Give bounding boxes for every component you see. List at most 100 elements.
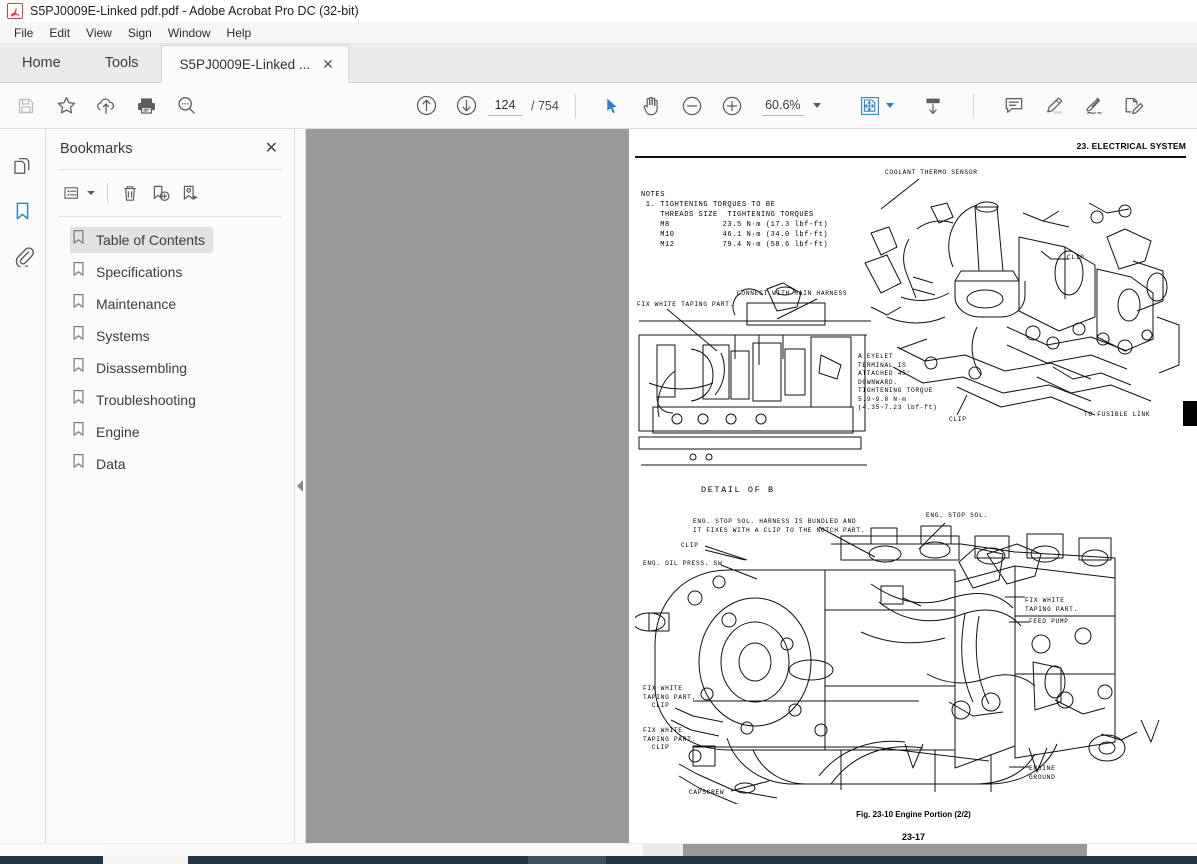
new-bookmark-icon[interactable] (145, 178, 175, 208)
bookmark-item-troubleshooting[interactable]: Troubleshooting (46, 384, 294, 416)
notes-block: NOTES 1. TIGHTENING TORQUES TO BE THREAD… (641, 191, 829, 249)
bookmark-label: Table of Contents (96, 231, 205, 248)
bookmarks-list: Table of Contents Specifications Mainten… (46, 217, 294, 480)
bookmark-item-data[interactable]: Data (46, 448, 294, 480)
panel-splitter[interactable] (295, 129, 306, 843)
scrollbar-left-pad (0, 844, 103, 856)
chevron-down-icon[interactable] (86, 191, 95, 195)
close-icon[interactable]: ✕ (261, 139, 282, 159)
tab-home[interactable]: Home (0, 44, 83, 82)
zoom-out-icon[interactable] (672, 85, 712, 127)
tab-tools-label: Tools (104, 55, 139, 71)
leader-line (720, 564, 758, 580)
bookmark-label: Troubleshooting (96, 391, 196, 408)
bookmark-label: Disassembling (96, 359, 188, 376)
chevron-down-icon[interactable] (886, 103, 895, 108)
bookmarks-icon[interactable] (0, 188, 45, 233)
label-detail-of-b: DETAIL OF B (701, 485, 775, 495)
page-edge-marker (1183, 401, 1197, 426)
scrollbar-thumb[interactable] (103, 844, 643, 856)
leader-line (730, 780, 770, 792)
navigation-rail (0, 129, 46, 843)
edit-pdf-icon[interactable] (1114, 85, 1154, 127)
delete-bookmark-icon[interactable] (115, 178, 145, 208)
toolbar-separator-2 (972, 93, 974, 118)
bookmark-item-table-of-contents[interactable]: Table of Contents (46, 224, 294, 256)
label-eng-stop-sol: ENG. STOP SOL. (926, 512, 988, 519)
label-clip-mid: CLIP (949, 416, 967, 423)
bookmarks-toolbar (46, 170, 294, 216)
previous-page-icon[interactable] (406, 85, 446, 127)
bookmark-item-disassembling[interactable]: Disassembling (46, 352, 294, 384)
bookmark-item-specifications[interactable]: Specifications (46, 256, 294, 288)
page-display-icon[interactable] (913, 85, 953, 127)
comment-icon[interactable] (994, 85, 1034, 127)
fit-page-icon[interactable] (857, 85, 897, 127)
chevron-down-icon[interactable] (812, 103, 821, 108)
label-capscrew: CAPSCREW (689, 789, 725, 796)
header-rule (635, 156, 1186, 158)
bookmark-label: Systems (96, 327, 150, 344)
menu-view[interactable]: View (78, 24, 120, 42)
star-icon[interactable] (46, 85, 86, 127)
save-icon[interactable] (6, 85, 46, 127)
leader-line (693, 746, 990, 762)
zoom-in-icon[interactable] (712, 85, 752, 127)
sign-icon[interactable] (1074, 85, 1114, 127)
bookmark-icon (72, 293, 85, 314)
collapse-panel-icon[interactable] (297, 480, 303, 492)
menu-window[interactable]: Window (160, 24, 219, 42)
label-fix-white-taping-part-clip-2: FIX WHITE TAPING PART. CLIP (643, 727, 696, 752)
bookmark-icon (72, 421, 85, 442)
tab-strip: Home Tools S5PJ0009E-Linked ... ✕ (0, 44, 1197, 83)
bookmark-item-engine[interactable]: Engine (46, 416, 294, 448)
bookmark-label: Maintenance (96, 295, 177, 312)
zoom-level-control[interactable]: 60.6% (761, 96, 821, 116)
tab-tools[interactable]: Tools (82, 44, 161, 82)
scrollbar-track[interactable] (103, 844, 1197, 856)
label-fix-white-taping-part-clip-1: FIX WHITE TAPING PART. CLIP (643, 685, 696, 710)
cloud-upload-icon[interactable] (86, 85, 126, 127)
menu-edit[interactable]: Edit (41, 24, 78, 42)
pdf-page: 23. ELECTRICAL SYSTEM NOTES 1. TIGHTENIN… (629, 129, 1197, 843)
bookmark-icon (72, 389, 85, 410)
bookmark-options-icon[interactable] (58, 178, 100, 208)
scrollbar-overflow (683, 844, 1087, 856)
print-icon[interactable] (126, 85, 166, 127)
label-feed-pump: FEED PUMP (1029, 618, 1069, 625)
label-eyelet-terminal-note: A EYELET TERMINAL IS ATTACHED 45° DOWNWA… (858, 353, 938, 412)
search-icon[interactable] (166, 85, 206, 127)
menu-file[interactable]: File (6, 24, 41, 42)
menu-sign[interactable]: Sign (120, 24, 160, 42)
bookmark-icon (72, 325, 85, 346)
next-page-icon[interactable] (446, 85, 486, 127)
leader-line (956, 394, 968, 416)
document-viewport[interactable]: 23. ELECTRICAL SYSTEM NOTES 1. TIGHTENIN… (306, 129, 1197, 843)
horizontal-scrollbar[interactable] (0, 843, 1197, 856)
leader-line (1040, 250, 1069, 260)
highlight-icon[interactable] (1034, 85, 1074, 127)
tab-document-label: S5PJ0009E-Linked ... (179, 56, 311, 72)
bookmark-item-systems[interactable]: Systems (46, 320, 294, 352)
label-to-fusible-link: TO FUSIBLE LINK (1084, 411, 1151, 418)
leader-line (704, 545, 747, 561)
close-icon[interactable]: ✕ (322, 57, 334, 71)
page-total-label: / 754 (531, 98, 559, 113)
tab-document[interactable]: S5PJ0009E-Linked ... ✕ (160, 45, 349, 83)
leader-line (898, 338, 928, 350)
page-number-input[interactable] (488, 95, 522, 116)
hand-tool-icon[interactable] (632, 85, 672, 127)
toolbar-separator-1 (574, 93, 576, 118)
menu-help[interactable]: Help (219, 24, 260, 42)
find-bookmark-icon[interactable] (175, 178, 205, 208)
attachments-icon[interactable] (0, 233, 45, 278)
window-title: S5PJ0009E-Linked pdf.pdf - Adobe Acrobat… (30, 4, 359, 18)
page-footer-number: 23-17 (901, 832, 926, 842)
page-thumbnails-icon[interactable] (0, 143, 45, 188)
bookmarks-panel: Bookmarks ✕ Table of Contents Specificat… (46, 129, 295, 843)
tab-home-label: Home (22, 55, 61, 71)
bookmark-item-maintenance[interactable]: Maintenance (46, 288, 294, 320)
select-cursor-icon[interactable] (592, 85, 632, 127)
panel-title: Bookmarks (60, 141, 133, 157)
leader-line (776, 298, 818, 320)
